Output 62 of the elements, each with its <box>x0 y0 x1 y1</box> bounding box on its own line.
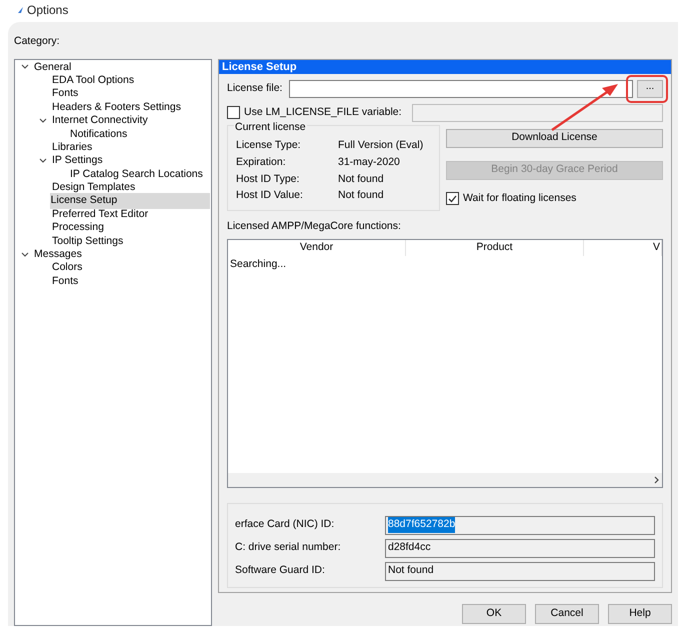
panel-header: License Setup <box>219 60 671 74</box>
chevron-down-icon[interactable] <box>39 118 47 124</box>
license-field-value: 31-may-2020 <box>338 154 400 170</box>
tree-item[interactable]: Messages <box>33 247 83 263</box>
license-field-label: Host ID Type: <box>236 172 300 187</box>
tree-item[interactable]: Internet Connectivity <box>51 113 149 129</box>
wait-floating-checkbox[interactable] <box>446 192 459 206</box>
tree-item[interactable]: License Setup <box>50 193 210 210</box>
column-header[interactable]: Product <box>406 240 584 256</box>
host-id-value: Not found <box>388 563 434 578</box>
license-field-value: Full Version (Eval) <box>338 138 424 154</box>
dialog-button[interactable]: OK <box>462 604 526 624</box>
chevron-down-icon[interactable] <box>39 158 47 164</box>
tree-item[interactable]: Fonts <box>51 86 80 102</box>
functions-label: Licensed AMPP/MegaCore functions: <box>227 218 402 234</box>
dialog-button[interactable]: Cancel <box>535 604 599 624</box>
host-id-label: C: drive serial number: <box>235 540 342 556</box>
tree-item[interactable]: Libraries <box>51 140 94 156</box>
host-id-field[interactable]: 88d7f652782b <box>385 516 655 534</box>
license-field-label: Expiration: <box>236 154 287 170</box>
highlight-box <box>626 75 668 103</box>
tree-item[interactable]: Processing <box>51 220 105 236</box>
category-label: Category: <box>14 34 61 49</box>
host-id-value: d28fd4cc <box>388 540 431 556</box>
tree-item[interactable]: Colors <box>51 260 84 276</box>
tree-item[interactable]: Tooltip Settings <box>51 234 124 250</box>
license-file-label: License file: <box>227 80 284 96</box>
tree-item[interactable]: EDA Tool Options <box>51 72 136 89</box>
tree-item[interactable]: Design Templates <box>51 180 136 196</box>
dialog-button[interactable]: Help <box>608 604 672 624</box>
window-title: Options <box>27 2 68 19</box>
tree-item[interactable]: Notifications <box>69 126 128 142</box>
scroll-right-icon[interactable] <box>654 476 659 484</box>
tree-item[interactable]: General <box>33 60 72 76</box>
column-header[interactable]: V <box>584 240 662 256</box>
host-id-label: erface Card (NIC) ID: <box>235 517 336 532</box>
host-id-field[interactable]: d28fd4cc <box>385 538 655 558</box>
license-field-value: Not found <box>338 172 384 187</box>
horizontal-scrollbar[interactable] <box>228 472 662 486</box>
license-field-label: License Type: <box>236 138 302 154</box>
column-header[interactable]: Vendor <box>228 240 406 256</box>
tree-item[interactable]: Fonts <box>51 274 80 290</box>
host-id-field[interactable]: Not found <box>385 562 655 580</box>
annotation-arrow <box>551 84 618 132</box>
chevron-down-icon[interactable] <box>21 252 29 258</box>
license-file-field[interactable] <box>289 80 633 98</box>
tree-item[interactable]: Preferred Text Editor <box>51 206 150 223</box>
license-field-value: Not found <box>338 188 384 204</box>
license-field-label: Host ID Value: <box>236 188 304 204</box>
lm-variable-label: Use LM_LICENSE_FILE variable: <box>244 104 402 120</box>
tree-item[interactable]: IP Settings <box>51 153 104 170</box>
tree-item[interactable]: IP Catalog Search Locations <box>69 166 204 182</box>
app-icon <box>18 7 23 13</box>
host-id-label: Software Guard ID: <box>235 563 326 578</box>
wait-floating-label: Wait for floating licenses <box>463 190 576 206</box>
host-id-value: 88d7f652782b <box>388 517 456 533</box>
download-license-button[interactable]: Download License <box>446 128 663 148</box>
browse-button[interactable]: ... <box>637 80 663 98</box>
lm-variable-checkbox[interactable] <box>227 106 240 120</box>
status-text: Searching... <box>229 256 288 272</box>
chevron-down-icon[interactable] <box>21 64 29 70</box>
tree-item[interactable]: Headers & Footers Settings <box>51 100 182 116</box>
